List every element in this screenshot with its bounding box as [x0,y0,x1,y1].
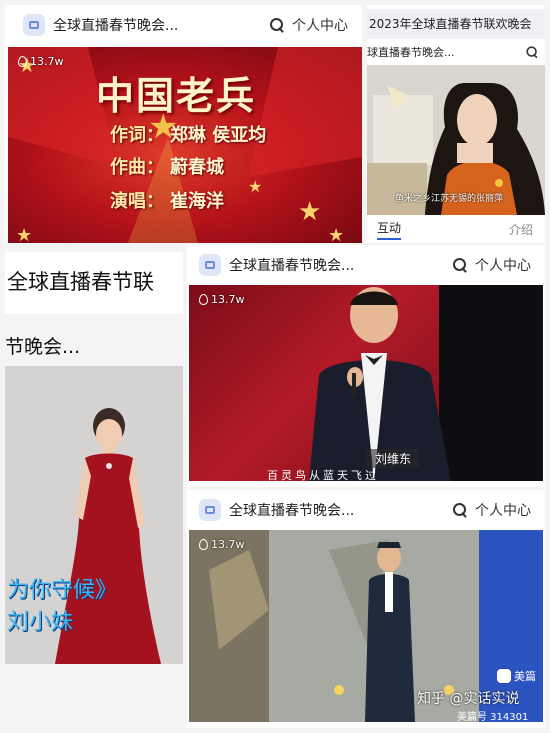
panel3-title-box: 全球直播春节联 [5,252,183,314]
song-overlay: 为你守候》 [7,578,118,603]
profile-link[interactable]: 个人中心 [292,15,348,35]
panel5-view-count: 13.7w [199,538,245,551]
flame-icon [199,294,208,305]
panel-military-singer: 全球直播春节晚会... 个人中心 13.7w 美篇 知乎 @实话实说 美篇号 3… [187,490,545,728]
panel2-tabs: 互动 介绍 [367,215,545,243]
flame-icon [199,539,208,550]
singer-overlay: 刘小妹 [7,610,74,635]
credit-role: 作词： [110,125,164,146]
view-count-text: 13.7w [211,293,245,306]
panel5-video[interactable]: 13.7w 美篇 知乎 @实话实说 美篇号 314301 [189,530,543,722]
search-icon[interactable] [526,46,537,57]
profile-search[interactable]: 个人中心 [270,15,348,35]
host-caption: 鱼米之乡江苏无锡的张丽萍 [395,194,504,204]
panel4-header-title: 全球直播春节晚会... [229,258,355,274]
panel3-title-line2: 节晚会... [5,336,81,358]
flame-icon [18,56,27,67]
search-icon[interactable] [453,503,467,517]
credit-role: 演唱： [110,191,164,212]
credit-composer: 作曲： 蔚春城 [110,153,224,179]
app-icon[interactable] [199,499,221,521]
view-count-text: 13.7w [30,55,64,68]
profile-search[interactable]: 个人中心 [453,500,531,520]
panel-host-video: 2023年全球直播春节联欢晚会 球直播春节晚会... 鱼米之乡江苏无锡的张丽萍 … [367,5,545,243]
profile-link[interactable]: 个人中心 [475,500,531,520]
credit-name: 郑琳 侯亚均 [170,125,267,146]
panel5-header: 全球直播春节晚会... 个人中心 [187,490,545,530]
panel1-view-count: 13.7w [18,55,64,68]
name-caption: 刘维东 [367,449,420,468]
panel4-view-count: 13.7w [199,293,245,306]
panel3-title-line1: 全球直播春节联 [7,270,154,294]
meipian-code: 美篇号 314301 [457,712,529,722]
panel2-top-title: 2023年全球直播春节联欢晚会 [367,9,545,39]
star-icon: ★ [16,225,33,243]
credit-name: 蔚春城 [170,157,224,178]
star-icon: ★ [298,197,322,227]
tab-interact[interactable]: 互动 [377,219,402,240]
panel1-header-title: 全球直播春节晚会... [53,18,179,34]
panel-male-singer: 全球直播春节晚会... 个人中心 13.7w 刘维东 百灵鸟从蓝天飞过 [187,245,545,487]
search-icon[interactable] [270,18,284,32]
brand-icon [497,669,511,683]
credit-lyricist: 作词： 郑琳 侯亚均 [110,121,266,147]
panel1-video[interactable]: ★ ★ ★ ★ ★ ★ 13.7w 中国老兵 作词： 郑琳 侯亚均 作曲： 蔚春城 … [8,47,362,243]
panel2-video[interactable]: 鱼米之乡江苏无锡的张丽萍 [367,65,545,215]
panel4-header: 全球直播春节晚会... 个人中心 [187,245,545,285]
star-icon: ★ [248,177,263,196]
app-icon[interactable] [23,14,45,36]
tab-intro[interactable]: 介绍 [509,221,533,238]
credit-singer: 演唱： 崔海洋 [110,187,224,213]
song-title: 中国老兵 [96,74,257,118]
view-count-text: 13.7w [211,538,245,551]
panel4-video[interactable]: 13.7w 刘维东 百灵鸟从蓝天飞过 [189,285,543,481]
profile-search[interactable]: 个人中心 [453,255,531,275]
credit-role: 作曲： [110,157,164,178]
app-icon[interactable] [199,254,221,276]
profile-link[interactable]: 个人中心 [475,255,531,275]
star-icon: ★ [328,225,345,243]
panel5-header-title: 全球直播春节晚会... [229,503,355,519]
zhihu-watermark: 知乎 @实话实说 [417,691,520,707]
brand-text: 美篇 [514,670,536,683]
male-singer-figure [309,285,543,481]
panel1-header: 全球直播春节晚会... 个人中心 [5,5,362,45]
brand-label: 美篇 [497,668,536,684]
credit-name: 崔海洋 [170,191,224,212]
panel-song-lyrics: 全球直播春节晚会... 个人中心 ★ ★ ★ ★ ★ ★ 13.7w 中国老兵 … [5,5,362,243]
search-icon[interactable] [453,258,467,272]
panel-singer-red-dress: 全球直播春节联 节晚会... 为你守候》 刘小妹 [5,252,183,707]
bottom-caption: 百灵鸟从蓝天飞过 [267,469,379,481]
panel2-sub-title: 球直播春节晚会... [367,46,455,59]
panel3-video[interactable]: 为你守候》 刘小妹 [5,366,183,664]
panel2-sub-header: 球直播春节晚会... [367,41,545,63]
